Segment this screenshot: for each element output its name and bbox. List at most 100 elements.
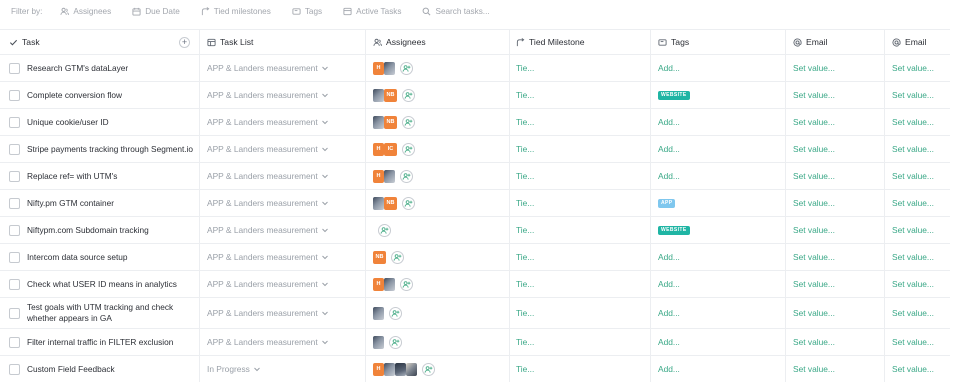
table-row[interactable]: Stripe payments tracking through Segment… — [0, 136, 950, 163]
tie-milestone-link[interactable]: Tie... — [516, 144, 534, 154]
table-row[interactable]: Unique cookie/user ID APP & Landers meas… — [0, 109, 950, 136]
task-list-dropdown[interactable]: APP & Landers measurement — [207, 144, 329, 154]
task-list-dropdown[interactable]: APP & Landers measurement — [207, 63, 329, 73]
task-checkbox[interactable] — [9, 143, 20, 155]
task-list-dropdown[interactable]: APP & Landers measurement — [207, 90, 329, 100]
task-list-cell[interactable]: APP & Landers measurement — [200, 244, 366, 270]
task-checkbox[interactable] — [9, 251, 20, 263]
task-name[interactable]: Check what USER ID means in analytics — [27, 279, 177, 289]
task-list-cell[interactable]: APP & Landers measurement — [200, 136, 366, 162]
avatar-photo[interactable] — [373, 335, 384, 349]
tags-cell[interactable]: Add... — [651, 271, 786, 297]
add-tag-link[interactable]: Add... — [658, 337, 680, 347]
email-cell-1[interactable]: Set value... — [786, 190, 885, 216]
task-list-dropdown[interactable]: APP & Landers measurement — [207, 198, 329, 208]
avatar-photo[interactable] — [373, 88, 384, 102]
task-name[interactable]: Niftypm.com Subdomain tracking — [27, 225, 149, 235]
add-assignee-button[interactable] — [402, 115, 415, 129]
tags-cell[interactable]: APP — [651, 190, 786, 216]
column-header-tags[interactable]: Tags — [651, 30, 786, 54]
add-assignee-button[interactable] — [400, 61, 413, 75]
add-assignee-button[interactable] — [402, 142, 415, 156]
avatar-photo[interactable] — [406, 362, 417, 376]
table-row[interactable]: Replace ref= with UTM's APP & Landers me… — [0, 163, 950, 190]
set-email-value-link[interactable]: Set value... — [793, 252, 835, 262]
milestone-cell[interactable]: Tie... — [510, 109, 651, 135]
add-assignee-button[interactable] — [400, 277, 413, 291]
task-checkbox[interactable] — [9, 62, 20, 74]
column-header-assignees[interactable]: Assignees — [366, 30, 510, 54]
tags-cell[interactable]: Add... — [651, 109, 786, 135]
task-name[interactable]: Custom Field Feedback — [27, 364, 115, 374]
email-cell-2[interactable]: Set value... — [885, 136, 950, 162]
task-name[interactable]: Test goals with UTM tracking and check w… — [27, 302, 187, 325]
avatar-photo[interactable] — [373, 306, 384, 320]
avatar-photo[interactable] — [395, 362, 406, 376]
table-row[interactable]: Test goals with UTM tracking and check w… — [0, 298, 950, 329]
email-cell-2[interactable]: Set value... — [885, 163, 950, 189]
task-list-cell[interactable]: APP & Landers measurement — [200, 109, 366, 135]
avatar-photo[interactable] — [373, 115, 384, 129]
avatar-photo[interactable] — [384, 362, 395, 376]
task-list-dropdown[interactable]: APP & Landers measurement — [207, 225, 329, 235]
avatar[interactable]: NB — [384, 196, 397, 210]
set-email-value-link[interactable]: Set value... — [793, 279, 835, 289]
milestone-cell[interactable]: Tie... — [510, 136, 651, 162]
table-row[interactable]: Nifty.pm GTM container APP & Landers mea… — [0, 190, 950, 217]
column-header-task-list[interactable]: Task List — [200, 30, 366, 54]
milestone-cell[interactable]: Tie... — [510, 190, 651, 216]
filter-assignees[interactable]: Assignees — [60, 7, 111, 16]
task-name[interactable]: Research GTM's dataLayer — [27, 63, 128, 73]
task-checkbox[interactable] — [9, 278, 20, 290]
add-assignee-button[interactable] — [389, 335, 402, 349]
milestone-cell[interactable]: Tie... — [510, 82, 651, 108]
email-cell-2[interactable]: Set value... — [885, 271, 950, 297]
filter-tags[interactable]: Tags — [292, 7, 322, 16]
email-cell-1[interactable]: Set value... — [786, 356, 885, 382]
email-cell-1[interactable]: Set value... — [786, 298, 885, 328]
table-row[interactable]: Filter internal traffic in FILTER exclus… — [0, 329, 950, 356]
email-cell-2[interactable]: Set value... — [885, 55, 950, 81]
set-email-value-link[interactable]: Set value... — [892, 198, 934, 208]
avatar[interactable]: H — [373, 142, 384, 156]
task-list-cell[interactable]: APP & Landers measurement — [200, 298, 366, 328]
set-email-value-link[interactable]: Set value... — [793, 308, 835, 318]
email-cell-2[interactable]: Set value... — [885, 109, 950, 135]
email-cell-2[interactable]: Set value... — [885, 329, 950, 355]
table-row[interactable]: Intercom data source setup APP & Landers… — [0, 244, 950, 271]
column-header-email-1[interactable]: Email — [786, 30, 885, 54]
set-email-value-link[interactable]: Set value... — [793, 225, 835, 235]
table-row[interactable]: Check what USER ID means in analytics AP… — [0, 271, 950, 298]
tie-milestone-link[interactable]: Tie... — [516, 337, 534, 347]
add-assignee-button[interactable] — [389, 306, 402, 320]
add-tag-link[interactable]: Add... — [658, 252, 680, 262]
add-tag-link[interactable]: Add... — [658, 63, 680, 73]
task-list-dropdown[interactable]: APP & Landers measurement — [207, 337, 329, 347]
email-cell-1[interactable]: Set value... — [786, 163, 885, 189]
task-list-cell[interactable]: APP & Landers measurement — [200, 190, 366, 216]
avatar-photo[interactable] — [384, 61, 395, 75]
set-email-value-link[interactable]: Set value... — [892, 63, 934, 73]
task-name[interactable]: Stripe payments tracking through Segment… — [27, 144, 193, 154]
email-cell-2[interactable]: Set value... — [885, 82, 950, 108]
add-column-button[interactable]: + — [179, 36, 190, 48]
table-row[interactable]: Niftypm.com Subdomain tracking APP & Lan… — [0, 217, 950, 244]
task-checkbox[interactable] — [9, 197, 20, 209]
filter-due-date[interactable]: Due Date — [132, 7, 180, 16]
set-email-value-link[interactable]: Set value... — [793, 364, 835, 374]
email-cell-1[interactable]: Set value... — [786, 329, 885, 355]
tie-milestone-link[interactable]: Tie... — [516, 63, 534, 73]
add-tag-link[interactable]: Add... — [658, 279, 680, 289]
email-cell-1[interactable]: Set value... — [786, 55, 885, 81]
task-checkbox[interactable] — [9, 363, 20, 375]
milestone-cell[interactable]: Tie... — [510, 356, 651, 382]
tags-cell[interactable]: WEBSITE — [651, 217, 786, 243]
email-cell-1[interactable]: Set value... — [786, 109, 885, 135]
add-tag-link[interactable]: Add... — [658, 144, 680, 154]
set-email-value-link[interactable]: Set value... — [892, 337, 934, 347]
tags-cell[interactable]: Add... — [651, 163, 786, 189]
table-row[interactable]: Research GTM's dataLayer APP & Landers m… — [0, 55, 950, 82]
task-name[interactable]: Intercom data source setup — [27, 252, 128, 262]
task-name[interactable]: Nifty.pm GTM container — [27, 198, 114, 208]
task-list-dropdown[interactable]: In Progress — [207, 364, 261, 374]
